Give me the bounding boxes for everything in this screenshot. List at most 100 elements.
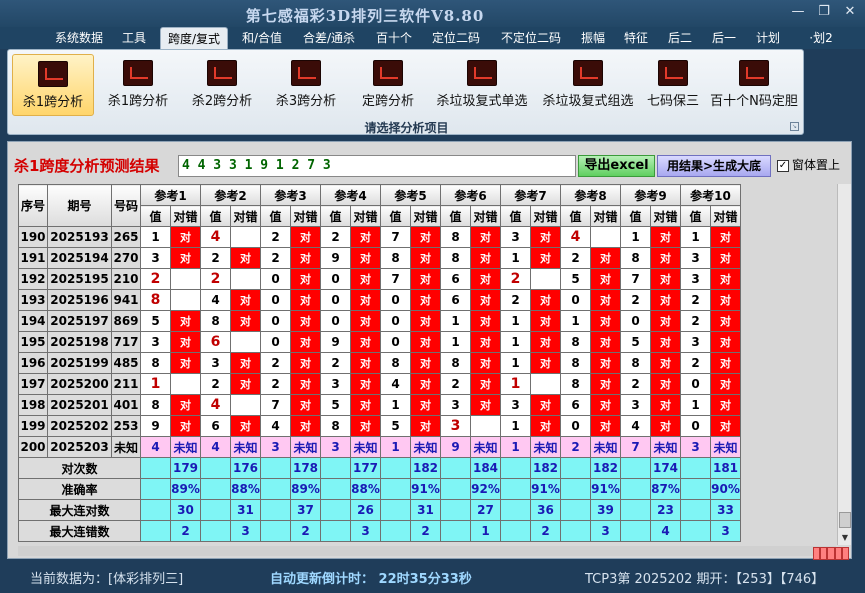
menu-item-position-two[interactable]: 定位二码 xyxy=(425,27,487,49)
cell-seq: 198 xyxy=(18,394,48,416)
cell-code: 401 xyxy=(111,394,141,416)
ribbon-fixed-span[interactable]: 定跨分析 xyxy=(350,54,426,116)
stat-value: 91% xyxy=(530,478,561,500)
scroll-down-icon[interactable]: ▼ xyxy=(838,531,852,545)
ribbon-kill1-span-selected[interactable]: 杀1跨分析 xyxy=(12,54,94,116)
cell-value: 8 xyxy=(320,415,351,437)
stat-label: 准确率 xyxy=(18,478,141,500)
table-row[interactable]: 193 2025196 941 8 4 对 0 对 0 对 0 对 6 对 2 对 0 对 2 对 2 对 xyxy=(18,289,741,311)
cell-hit: 对 xyxy=(350,226,381,248)
table-row[interactable]: 195 2025198 717 3 对 6 0 对 9 对 0 对 1 对 1 对 8 对 5 对 3 对 xyxy=(18,331,741,353)
menu-item-diff-kill[interactable]: 合差/通杀 xyxy=(296,27,362,49)
cell-value: 8 xyxy=(140,394,171,416)
close-button[interactable]: ✕ xyxy=(837,3,863,21)
stat-value: 181 xyxy=(710,457,741,479)
menu-item-hundred-ten-one[interactable]: 百十个 xyxy=(370,27,418,49)
cell-hit: 对 xyxy=(650,331,681,353)
result-field[interactable]: 4 4 3 3 1 9 1 2 7 3 xyxy=(178,155,576,177)
table-row[interactable]: 199 2025202 253 9 对 6 对 4 对 8 对 5 对 3 1 对 0 对 4 对 0 对 xyxy=(18,415,741,437)
cell-value: 1 xyxy=(500,415,531,437)
ribbon-junk-compound-group[interactable]: 杀垃圾复式组选 xyxy=(536,54,640,116)
cell-hit: 对 xyxy=(290,310,321,332)
stat-spacer xyxy=(140,457,171,479)
chart-icon xyxy=(739,60,769,86)
cell-hit: 对 xyxy=(170,247,201,269)
cell-hit: 对 xyxy=(710,289,741,311)
minimize-button[interactable]: — xyxy=(785,3,811,21)
stat-value: 88% xyxy=(350,478,381,500)
menu-item-plan[interactable]: 计划 xyxy=(750,27,786,49)
menu-item-span-compound[interactable]: 跨度/复式 xyxy=(160,27,228,49)
cell-value: 3 xyxy=(680,268,711,290)
stat-value: 179 xyxy=(170,457,201,479)
stat-spacer xyxy=(500,499,531,521)
ribbon-junk-compound-single[interactable]: 杀垃圾复式单选 xyxy=(430,54,534,116)
cell-hit: 对 xyxy=(290,331,321,353)
cell-seq: 190 xyxy=(18,226,48,248)
title-bar: 第七感福彩3D排列三软件V8.80 — ❐ ✕ xyxy=(0,0,865,27)
ribbon-seven-keep-three[interactable]: 七码保三 xyxy=(642,54,704,116)
cell-value: 2 xyxy=(260,226,291,248)
cell-value: 5 xyxy=(620,331,651,353)
header-hit: 对错 xyxy=(350,205,381,227)
table-row[interactable]: 191 2025194 270 3 对 2 对 2 对 9 对 8 对 8 对 1 对 2 对 8 对 3 对 xyxy=(18,247,741,269)
window-ontop-checkbox[interactable]: ✓ 窗体置上 xyxy=(777,156,840,173)
menu-item-non-position-two[interactable]: 不定位二码 xyxy=(493,27,569,49)
checkbox-icon[interactable]: ✓ xyxy=(777,159,789,172)
cell-code: 485 xyxy=(111,352,141,374)
cell-hit: 对 xyxy=(710,268,741,290)
scroll-thumb[interactable] xyxy=(839,512,851,528)
horizontal-scrollbar[interactable] xyxy=(18,546,836,556)
table-row[interactable]: 194 2025197 869 5 对 8 对 0 对 0 对 0 对 1 对 1 对 1 对 0 对 2 对 xyxy=(18,310,741,332)
export-excel-button[interactable]: 导出excel xyxy=(578,155,655,177)
status-countdown: 自动更新倒计时： 22时35分33秒 xyxy=(270,572,472,587)
vertical-scrollbar[interactable]: ▼ xyxy=(837,184,851,545)
table-row[interactable]: 198 2025201 401 8 对 4 7 对 5 对 1 对 3 对 3 对 6 对 3 对 1 对 xyxy=(18,394,741,416)
cell-hit: 对 xyxy=(290,352,321,374)
cell-code: 941 xyxy=(111,289,141,311)
stat-spacer xyxy=(440,499,471,521)
cell-hit: 对 xyxy=(410,331,441,353)
cell-value: 8 xyxy=(200,310,231,332)
menu-item-sum-value[interactable]: 和/合值 xyxy=(234,27,290,49)
cell-hit: 对 xyxy=(350,289,381,311)
restore-button[interactable]: ❐ xyxy=(811,3,837,21)
menu-item-plan2[interactable]: ·划2 xyxy=(806,27,836,49)
cell-hit: 对 xyxy=(410,247,441,269)
stat-value: 31 xyxy=(410,499,441,521)
cell-value: 1 xyxy=(680,226,711,248)
stat-spacer xyxy=(680,457,711,479)
stat-spacer xyxy=(440,457,471,479)
table-row[interactable]: 196 2025199 485 8 对 3 对 2 对 2 对 8 对 8 对 1 对 8 对 8 对 2 对 xyxy=(18,352,741,374)
expand-icon[interactable]: ↘ xyxy=(790,122,799,131)
ribbon-n-code-gallbladder[interactable]: 百十个N码定胆 xyxy=(706,54,802,116)
ribbon-kill2-span[interactable]: 杀2跨分析 xyxy=(182,54,262,116)
cell-hit: 对 xyxy=(710,226,741,248)
cell-value: 1 xyxy=(440,310,471,332)
ribbon-kill1-span[interactable]: 杀1跨分析 xyxy=(98,54,178,116)
chart-icon xyxy=(658,60,688,86)
table-row[interactable]: 197 2025200 211 1 2 对 2 对 3 对 4 对 2 对 1 8 对 2 对 0 对 xyxy=(18,373,741,395)
menu-item-feature[interactable]: 特征 xyxy=(618,27,654,49)
menu-item-system-data[interactable]: 系统数据 xyxy=(48,27,110,49)
ribbon-kill3-span[interactable]: 杀3跨分析 xyxy=(266,54,346,116)
menu-item-last-one[interactable]: 后一 xyxy=(706,27,742,49)
cell-miss xyxy=(530,373,561,395)
menu-item-tools[interactable]: 工具 xyxy=(114,27,154,49)
table-row[interactable]: 190 2025193 265 1 对 4 2 对 2 对 7 对 8 对 3 对 4 1 对 1 对 xyxy=(18,226,741,248)
table-row[interactable]: 192 2025195 210 2 2 0 对 0 对 7 对 6 对 2 5 对 7 对 3 对 xyxy=(18,268,741,290)
status-data-source: 当前数据为：[体彩排列三] xyxy=(30,572,184,587)
generate-base-button[interactable]: 用结果>生成大底 xyxy=(657,155,771,177)
header-ref-5: 参考5 xyxy=(380,184,441,206)
menu-item-amplitude[interactable]: 振幅 xyxy=(575,27,611,49)
cell-hit: 对 xyxy=(410,415,441,437)
future-row[interactable]: 200 2025203 未知 4 未知 4 未知 3 未知 3 未知 1 未知 9 未知 1 未知 2 未知 7 未知 3… xyxy=(18,436,741,458)
cell-value: 8 xyxy=(560,352,591,374)
cell-hit: 对 xyxy=(650,352,681,374)
stat-value: 91% xyxy=(590,478,621,500)
cell-hit: 对 xyxy=(170,310,201,332)
stat-value: 4 xyxy=(650,520,681,542)
header-hit: 对错 xyxy=(410,205,441,227)
menu-item-last-two[interactable]: 后二 xyxy=(662,27,698,49)
cell-unknown: 未知 xyxy=(590,436,621,458)
